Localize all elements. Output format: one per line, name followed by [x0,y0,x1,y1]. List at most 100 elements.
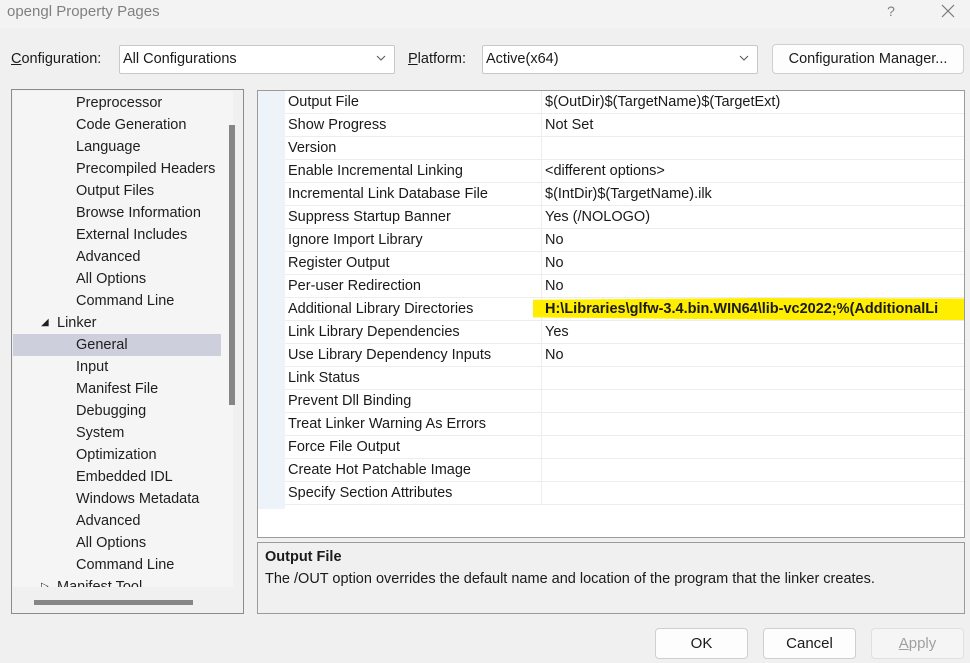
column-divider[interactable] [541,321,542,344]
tree-item-label: Input [76,359,109,375]
tree-item[interactable]: System [13,422,221,444]
tree-item[interactable]: Advanced [13,246,221,268]
expanded-arrow-icon[interactable]: ◢ [41,312,49,334]
property-value[interactable]: No [545,347,564,363]
property-value[interactable]: Yes [545,324,569,340]
help-button[interactable]: ? [880,1,902,23]
tree-item[interactable]: Language [13,136,221,158]
property-row[interactable]: Prevent Dll Binding [285,390,964,413]
property-value[interactable]: $(OutDir)$(TargetName)$(TargetExt) [545,94,780,110]
column-divider[interactable] [541,206,542,229]
tree-item[interactable]: Browse Information [13,202,221,224]
column-divider[interactable] [541,275,542,298]
property-name: Ignore Import Library [288,232,423,248]
column-divider[interactable] [541,344,542,367]
tree-vertical-scrollbar[interactable] [229,125,235,405]
tree-item-label: Advanced [76,249,141,265]
collapsed-arrow-icon[interactable]: ▷ [41,576,49,587]
column-divider[interactable] [541,183,542,206]
tree-item[interactable]: Debugging [13,400,221,422]
chevron-down-icon [376,55,386,61]
property-row[interactable]: Incremental Link Database File $(IntDir)$… [285,183,964,206]
tree-item[interactable]: Preprocessor [13,92,221,114]
description-title: Output File [265,549,342,565]
property-row[interactable]: Version [285,137,964,160]
property-row[interactable]: Per-user Redirection No [285,275,964,298]
property-value[interactable]: H:\Libraries\glfw-3.4.bin.WIN64\lib-vc20… [533,298,964,320]
property-value[interactable]: <different options> [545,163,665,179]
property-row[interactable]: Treat Linker Warning As Errors [285,413,964,436]
column-divider[interactable] [541,436,542,459]
property-row[interactable]: Force File Output [285,436,964,459]
tree-item[interactable]: All Options [13,532,221,554]
property-row[interactable]: Register Output No [285,252,964,275]
column-divider[interactable] [541,229,542,252]
tree-item[interactable]: All Options [13,268,221,290]
column-divider[interactable] [541,482,542,505]
tree-item[interactable]: Precompiled Headers [13,158,221,180]
property-row[interactable]: Use Library Dependency Inputs No [285,344,964,367]
property-row[interactable]: Enable Incremental Linking <different opt… [285,160,964,183]
property-row[interactable]: Output File $(OutDir)$(TargetName)$(Targe… [285,91,964,114]
tree-item[interactable]: Manifest File [13,378,221,400]
column-divider[interactable] [541,390,542,413]
tree-item[interactable]: Windows Metadata [13,488,221,510]
tree-item[interactable]: Optimization [13,444,221,466]
property-value[interactable]: Yes (/NOLOGO) [545,209,650,225]
property-row[interactable]: Link Library Dependencies Yes [285,321,964,344]
tree-item[interactable]: ▷ Manifest Tool [13,576,221,587]
tree-item-label: Debugging [76,403,147,419]
close-button[interactable] [935,0,961,24]
tree-item[interactable]: Input [13,356,221,378]
property-name: Treat Linker Warning As Errors [288,416,486,432]
cancel-button[interactable]: Cancel [763,628,856,659]
column-divider[interactable] [541,459,542,482]
property-row[interactable]: Additional Library Directories H:\Librari… [285,298,964,321]
tree-list: Preprocessor Code Generation Language Preco… [13,91,233,587]
tree-item[interactable]: Code Generation [13,114,221,136]
configuration-manager-button[interactable]: Configuration Manager... [772,44,964,74]
property-name: Per-user Redirection [288,278,421,294]
column-divider[interactable] [541,252,542,275]
column-divider[interactable] [541,160,542,183]
tree-item-label: Preprocessor [76,95,163,111]
property-row[interactable]: Show Progress Not Set [285,114,964,137]
tree-item[interactable]: Command Line [13,290,221,312]
column-divider[interactable] [541,413,542,436]
tree-item[interactable]: Output Files [13,180,221,202]
column-divider[interactable] [541,91,542,114]
property-row[interactable]: Create Hot Patchable Image [285,459,964,482]
property-value[interactable]: $(IntDir)$(TargetName).ilk [545,186,712,202]
property-value[interactable]: Not Set [545,117,593,133]
property-row[interactable]: Specify Section Attributes [285,482,964,505]
tree-item[interactable]: External Includes [13,224,221,246]
tree-item[interactable]: Command Line [13,554,221,576]
tree-item-label: General [76,337,128,353]
tree-horizontal-scrollbar[interactable] [34,600,193,605]
apply-button[interactable]: Apply [871,628,964,659]
platform-dropdown[interactable]: Active(x64) [482,45,758,74]
tree-item[interactable]: General [13,334,221,356]
column-divider[interactable] [541,114,542,137]
tree-item-label: External Includes [76,227,188,243]
property-name: Link Library Dependencies [288,324,460,340]
tree-item[interactable]: Advanced [13,510,221,532]
property-value[interactable]: No [545,278,564,294]
ok-button[interactable]: OK [655,628,748,659]
configuration-dropdown[interactable]: All Configurations [119,45,395,74]
property-grid: Output File $(OutDir)$(TargetName)$(Targe… [257,90,965,538]
tree-item-label: Manifest File [76,381,159,397]
property-name: Link Status [288,370,360,386]
tree-item[interactable]: Embedded IDL [13,466,221,488]
close-icon [941,4,955,18]
column-divider[interactable] [541,137,542,160]
property-value[interactable]: No [545,232,564,248]
property-value[interactable]: No [545,255,564,271]
title-bar: opengl Property Pages ? [0,0,970,28]
property-row[interactable]: Suppress Startup Banner Yes (/NOLOGO) [285,206,964,229]
column-divider[interactable] [541,367,542,390]
property-row[interactable]: Link Status [285,367,964,390]
tree-item[interactable]: ◢ Linker [13,312,221,334]
property-name: Additional Library Directories [288,301,474,317]
property-row[interactable]: Ignore Import Library No [285,229,964,252]
